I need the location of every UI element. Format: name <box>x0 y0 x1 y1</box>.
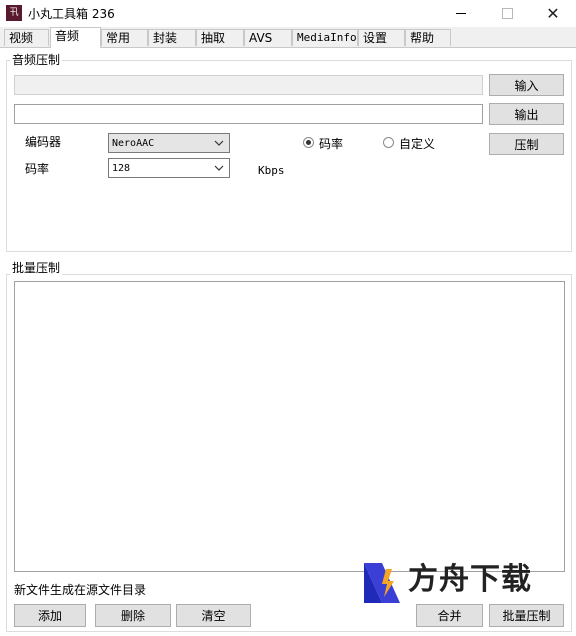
bitrate-label: 码率 <box>25 162 50 176</box>
tab-help[interactable]: 帮助 <box>405 29 451 46</box>
close-icon: ✕ <box>546 3 560 23</box>
tab-video[interactable]: 视频 <box>4 29 49 46</box>
batch-compress-button[interactable]: 批量压制 <box>489 604 564 627</box>
batch-file-list[interactable] <box>14 281 565 572</box>
add-button[interactable]: 添加 <box>14 604 86 627</box>
chevron-down-icon <box>214 140 224 146</box>
clear-button[interactable]: 清空 <box>176 604 251 627</box>
compress-button[interactable]: 压制 <box>489 133 564 155</box>
batch-legend: 批量压制 <box>10 261 63 275</box>
tab-settings[interactable]: 设置 <box>358 29 405 46</box>
encoder-label: 编码器 <box>25 135 62 149</box>
watermark-logo-icon <box>364 563 400 603</box>
tab-mux[interactable]: 封装 <box>148 29 196 46</box>
close-button[interactable]: ✕ <box>530 0 576 27</box>
tab-audio[interactable]: 音频 <box>50 27 101 48</box>
minimize-icon <box>456 13 466 14</box>
app-icon: 卂 <box>6 5 22 21</box>
mode-bitrate-radio[interactable] <box>303 137 314 148</box>
merge-button[interactable]: 合并 <box>416 604 483 627</box>
output-button[interactable]: 输出 <box>489 103 564 125</box>
output-path-field[interactable] <box>14 104 483 124</box>
maximize-icon <box>501 8 513 19</box>
encoder-select[interactable]: NeroAAC <box>108 133 230 153</box>
input-path-field[interactable] <box>14 75 483 95</box>
input-button[interactable]: 输入 <box>489 74 564 96</box>
tab-mediainfo[interactable]: MediaInfo <box>292 29 358 46</box>
radio-selected-dot <box>306 140 311 145</box>
minimize-button[interactable] <box>438 0 484 27</box>
encoder-value: NeroAAC <box>112 137 155 149</box>
delete-button[interactable]: 删除 <box>95 604 171 627</box>
bitrate-select[interactable]: 128 <box>108 158 230 178</box>
window-title: 小丸工具箱 236 <box>28 7 115 21</box>
maximize-button[interactable] <box>484 0 530 27</box>
batch-note: 新文件生成在源文件目录 <box>14 583 147 597</box>
mode-bitrate-label[interactable]: 码率 <box>319 137 343 151</box>
audio-compress-legend: 音频压制 <box>10 53 63 67</box>
mode-custom-radio[interactable] <box>383 137 394 148</box>
tab-common[interactable]: 常用 <box>101 29 148 46</box>
tab-avs[interactable]: AVS <box>244 29 292 46</box>
chevron-down-icon <box>214 165 224 171</box>
watermark-text: 方舟下载 <box>408 562 532 597</box>
title-bar: 卂 小丸工具箱 236 ✕ <box>0 0 576 27</box>
tab-extract[interactable]: 抽取 <box>196 29 244 46</box>
bitrate-value: 128 <box>112 162 131 174</box>
mode-custom-label[interactable]: 自定义 <box>399 137 435 151</box>
bitrate-unit: Kbps <box>258 164 285 177</box>
